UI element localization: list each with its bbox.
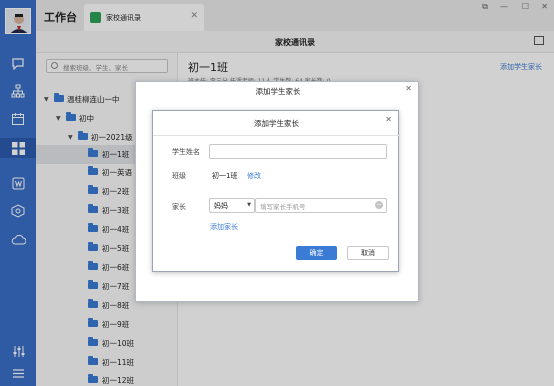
caret-down-icon: ▼ xyxy=(247,202,251,208)
student-name-label: 学生姓名 xyxy=(172,148,200,156)
add-parent-dialog: 添加学生家长 ✕ 学生姓名 班级 初一1班 修改 家长 妈妈 ▼ 填写家长手机号… xyxy=(152,110,400,272)
relation-select[interactable]: 妈妈 ▼ xyxy=(209,198,255,213)
phone-placeholder: 填写家长手机号 xyxy=(260,203,306,211)
class-value: 初一1班 xyxy=(212,172,238,180)
close-icon[interactable]: ✕ xyxy=(385,115,392,124)
phone-field[interactable]: 填写家长手机号 − xyxy=(255,198,387,213)
close-icon[interactable]: ✕ xyxy=(405,84,412,93)
student-name-field[interactable] xyxy=(209,144,387,159)
class-edit-link[interactable]: 修改 xyxy=(247,171,261,181)
confirm-button[interactable]: 确定 xyxy=(296,246,337,260)
cancel-button[interactable]: 取消 xyxy=(347,246,389,260)
relation-value: 妈妈 xyxy=(214,202,228,210)
class-label: 班级 xyxy=(172,172,186,180)
parent-label: 家长 xyxy=(172,203,186,211)
clear-icon[interactable]: − xyxy=(375,201,383,209)
add-parent-button[interactable]: 添加家长 xyxy=(210,222,238,232)
dialog-title: 添加学生家长 xyxy=(254,119,299,128)
dialog-title: 添加学生家长 xyxy=(255,87,301,96)
divider xyxy=(153,135,400,136)
